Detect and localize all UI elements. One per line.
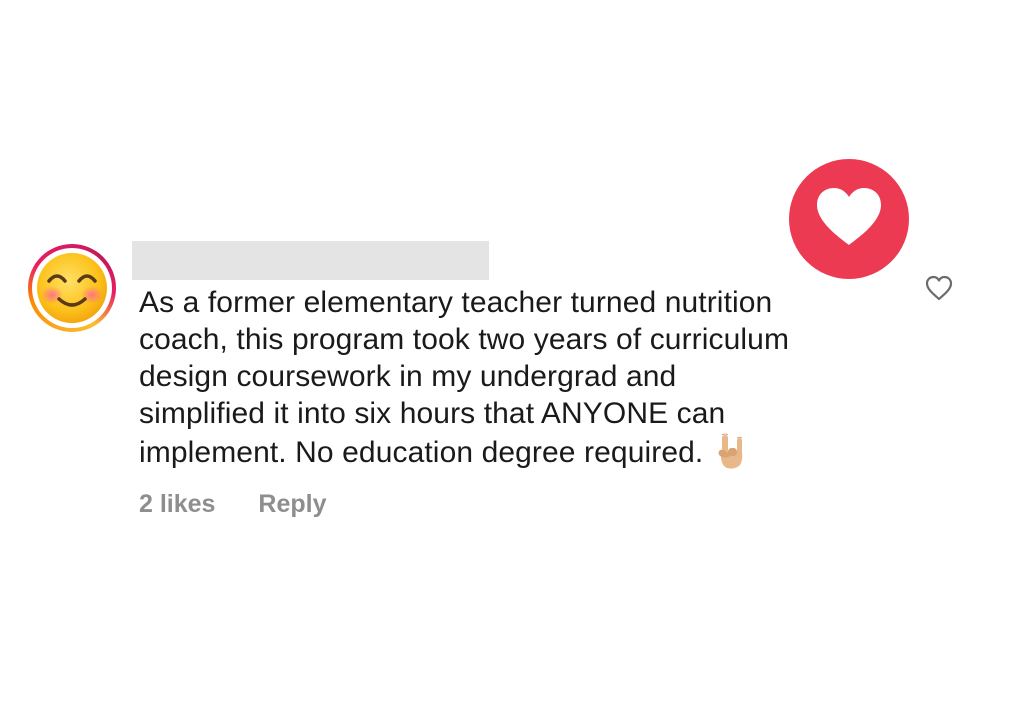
reply-button[interactable]: Reply	[258, 490, 326, 519]
comment-actions: 2 likes Reply	[139, 490, 363, 519]
redacted-username	[132, 241, 489, 280]
sign-of-the-horns-hand-icon	[718, 433, 743, 469]
comment-line: design coursework in my undergrad and	[139, 360, 677, 393]
comment-line: simplified it into six hours that ANYONE…	[139, 397, 726, 430]
comment-body: As a former elementary teacher turned nu…	[139, 284, 899, 471]
likes-count[interactable]: 2 likes	[139, 490, 215, 519]
heart-reaction-icon	[817, 188, 881, 245]
heart-reaction-badge	[789, 159, 909, 279]
smiling-face-with-smiling-eyes-icon	[37, 253, 107, 323]
comment-line-last: implement. No education degree required.	[139, 432, 899, 471]
comment-line: As a former elementary teacher turned nu…	[139, 286, 773, 319]
heart-outline-icon[interactable]	[924, 274, 954, 302]
comment-screenshot: As a former elementary teacher turned nu…	[0, 0, 1024, 711]
avatar[interactable]	[28, 244, 116, 332]
comment-line: coach, this program took two years of cu…	[139, 323, 790, 356]
comment-line-text: implement. No education degree required.	[139, 436, 704, 469]
